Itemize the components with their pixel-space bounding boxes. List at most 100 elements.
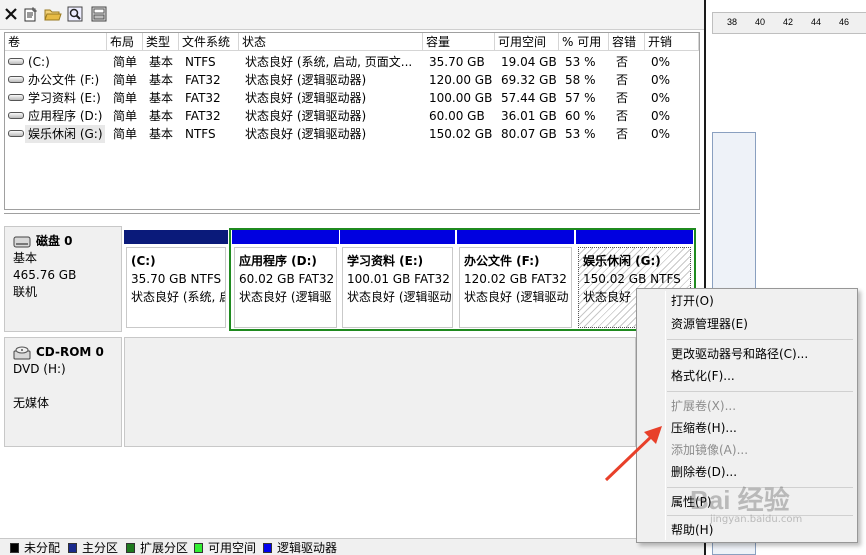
volume-list: 卷 布局 类型 文件系统 状态 容量 可用空间 % 可用 容错 开销 (C:) …	[4, 32, 700, 210]
column-header-percent-free[interactable]: % 可用	[559, 33, 609, 51]
cell-free-space: 69.32 GB	[501, 73, 557, 87]
cdrom0-label[interactable]: CD-ROM 0 DVD (H:) 无媒体	[4, 337, 122, 447]
menu-item-open[interactable]: 打开(O)	[671, 292, 714, 310]
column-header-volume[interactable]: 卷	[5, 33, 107, 51]
cell-overhead: 0%	[651, 127, 671, 141]
menu-item-explorer[interactable]: 资源管理器(E)	[671, 315, 748, 333]
partition-c-body: (C:) 35.70 GB NTFS 状态良好 (系统, 启	[126, 247, 226, 328]
drive-icon	[8, 130, 24, 137]
legend-item-primary: 主分区	[68, 541, 128, 555]
column-header-status[interactable]: 状态	[239, 33, 423, 51]
partition-status: 状态良好 (逻辑驱动	[464, 290, 569, 304]
cell-capacity: 35.70 GB	[429, 55, 485, 69]
column-header-type[interactable]: 类型	[143, 33, 179, 51]
partition-status: 状态良好 (逻辑驱	[239, 290, 332, 304]
ruler-label: 44	[811, 17, 822, 27]
menu-separator	[667, 391, 853, 392]
partition-f[interactable]: 办公文件 (F:) 120.02 GB FAT32 状态良好 (逻辑驱动	[457, 230, 574, 330]
partition-status: 状态良好 (系统, 启	[131, 290, 226, 304]
cell-capacity: 150.02 GB	[429, 127, 493, 141]
partition-size: 100.01 GB FAT32	[347, 272, 450, 286]
cell-overhead: 0%	[651, 91, 671, 105]
cell-layout: 简单	[113, 55, 138, 69]
drive-icon	[8, 58, 24, 65]
legend-swatch	[126, 543, 135, 553]
table-row[interactable]: 应用程序 (D:) 简单 基本 FAT32 状态良好 (逻辑驱动器) 60.00…	[5, 107, 699, 125]
partition-size: 120.02 GB FAT32	[464, 272, 567, 286]
legend-item-extended: 扩展分区	[126, 541, 196, 555]
table-row[interactable]: 办公文件 (F:) 简单 基本 FAT32 状态良好 (逻辑驱动器) 120.0…	[5, 71, 699, 89]
properties-icon[interactable]	[22, 5, 40, 23]
cell-percent-free: 53 %	[565, 55, 596, 69]
partition-d[interactable]: 应用程序 (D:) 60.02 GB FAT32 状态良好 (逻辑驱	[232, 230, 339, 330]
logical-drive-bar	[457, 230, 574, 244]
column-header-overhead[interactable]: 开销	[645, 33, 699, 51]
cell-volume: (C:)	[28, 55, 50, 69]
partition-size: 35.70 GB NTFS	[131, 272, 222, 286]
watermark-url: jingyan.baidu.com	[710, 514, 803, 525]
cell-volume: 应用程序 (D:)	[28, 109, 103, 123]
column-header-fault-tolerance[interactable]: 容错	[609, 33, 645, 51]
cdrom0-area	[124, 337, 636, 447]
search-icon[interactable]	[66, 5, 84, 23]
cell-capacity: 120.00 GB	[429, 73, 493, 87]
disk0-label[interactable]: 磁盘 0 基本 465.76 GB 联机	[4, 226, 122, 332]
menu-item-change-drive-letter[interactable]: 更改驱动器号和路径(C)...	[671, 345, 808, 363]
cell-filesystem: NTFS	[185, 127, 216, 141]
partition-d-body: 应用程序 (D:) 60.02 GB FAT32 状态良好 (逻辑驱	[234, 247, 337, 328]
legend-swatch	[194, 543, 203, 553]
column-header-free-space[interactable]: 可用空间	[495, 33, 559, 51]
cell-type: 基本	[149, 109, 174, 123]
table-row[interactable]: (C:) 简单 基本 NTFS 状态良好 (系统, 启动, 页面文... 35.…	[5, 53, 699, 71]
cell-free-space: 19.04 GB	[501, 55, 557, 69]
partition-status: 状态良好 (逻辑驱动	[347, 290, 452, 304]
cell-fault-tolerance: 否	[616, 73, 629, 87]
legend-label: 逻辑驱动器	[277, 541, 338, 555]
menu-item-delete-volume[interactable]: 删除卷(D)...	[671, 463, 737, 481]
cell-volume: 办公文件 (F:)	[28, 73, 100, 87]
partition-e[interactable]: 学习资料 (E:) 100.01 GB FAT32 状态良好 (逻辑驱动	[340, 230, 455, 330]
cell-status: 状态良好 (逻辑驱动器)	[245, 109, 367, 123]
cell-overhead: 0%	[651, 73, 671, 87]
legend-swatch	[10, 543, 19, 553]
menu-separator	[667, 339, 853, 340]
column-header-layout[interactable]: 布局	[107, 33, 143, 51]
menu-item-format[interactable]: 格式化(F)...	[671, 367, 735, 385]
cell-layout: 简单	[113, 91, 138, 105]
cell-filesystem: FAT32	[185, 73, 221, 87]
legend-item-logical-drive: 逻辑驱动器	[263, 541, 353, 555]
logical-drive-bar	[576, 230, 693, 244]
table-row[interactable]: 娱乐休闲 (G:) 简单 基本 NTFS 状态良好 (逻辑驱动器) 150.02…	[5, 125, 699, 143]
legend-item-free-space: 可用空间	[194, 541, 264, 555]
column-header-filesystem[interactable]: 文件系统	[179, 33, 239, 51]
column-header-capacity[interactable]: 容量	[423, 33, 495, 51]
cell-percent-free: 60 %	[565, 109, 596, 123]
close-icon[interactable]	[2, 5, 20, 23]
disk0-title: 磁盘 0	[36, 234, 73, 248]
partition-size: 150.02 GB NTFS	[583, 272, 681, 286]
drive-icon	[8, 76, 24, 83]
legend-swatch	[68, 543, 77, 553]
red-arrow-annotation	[604, 426, 662, 482]
cdrom0-media: 无媒体	[13, 396, 50, 410]
ruler: 38 40 42 44 46	[712, 12, 866, 34]
table-row[interactable]: 学习资料 (E:) 简单 基本 FAT32 状态良好 (逻辑驱动器) 100.0…	[5, 89, 699, 107]
hard-disk-icon	[13, 236, 31, 247]
cdrom-icon	[13, 346, 31, 359]
cell-volume: 娱乐休闲 (G:)	[25, 125, 105, 143]
cell-status: 状态良好 (系统, 启动, 页面文...	[245, 55, 413, 69]
cell-free-space: 57.44 GB	[501, 91, 557, 105]
cell-layout: 简单	[113, 73, 138, 87]
legend-label: 扩展分区	[140, 541, 189, 555]
cdrom0-drive: DVD (H:)	[13, 362, 66, 376]
ruler-label: 42	[783, 17, 794, 27]
cell-capacity: 60.00 GB	[429, 109, 485, 123]
disk-icon[interactable]	[90, 5, 108, 23]
cell-filesystem: FAT32	[185, 109, 221, 123]
partition-e-body: 学习资料 (E:) 100.01 GB FAT32 状态良好 (逻辑驱动	[342, 247, 453, 328]
partition-c[interactable]: (C:) 35.70 GB NTFS 状态良好 (系统, 启	[124, 230, 228, 330]
cell-filesystem: FAT32	[185, 91, 221, 105]
open-folder-icon[interactable]	[44, 5, 62, 23]
menu-item-shrink-volume[interactable]: 压缩卷(H)...	[671, 419, 737, 437]
cell-volume: 学习资料 (E:)	[28, 91, 101, 105]
